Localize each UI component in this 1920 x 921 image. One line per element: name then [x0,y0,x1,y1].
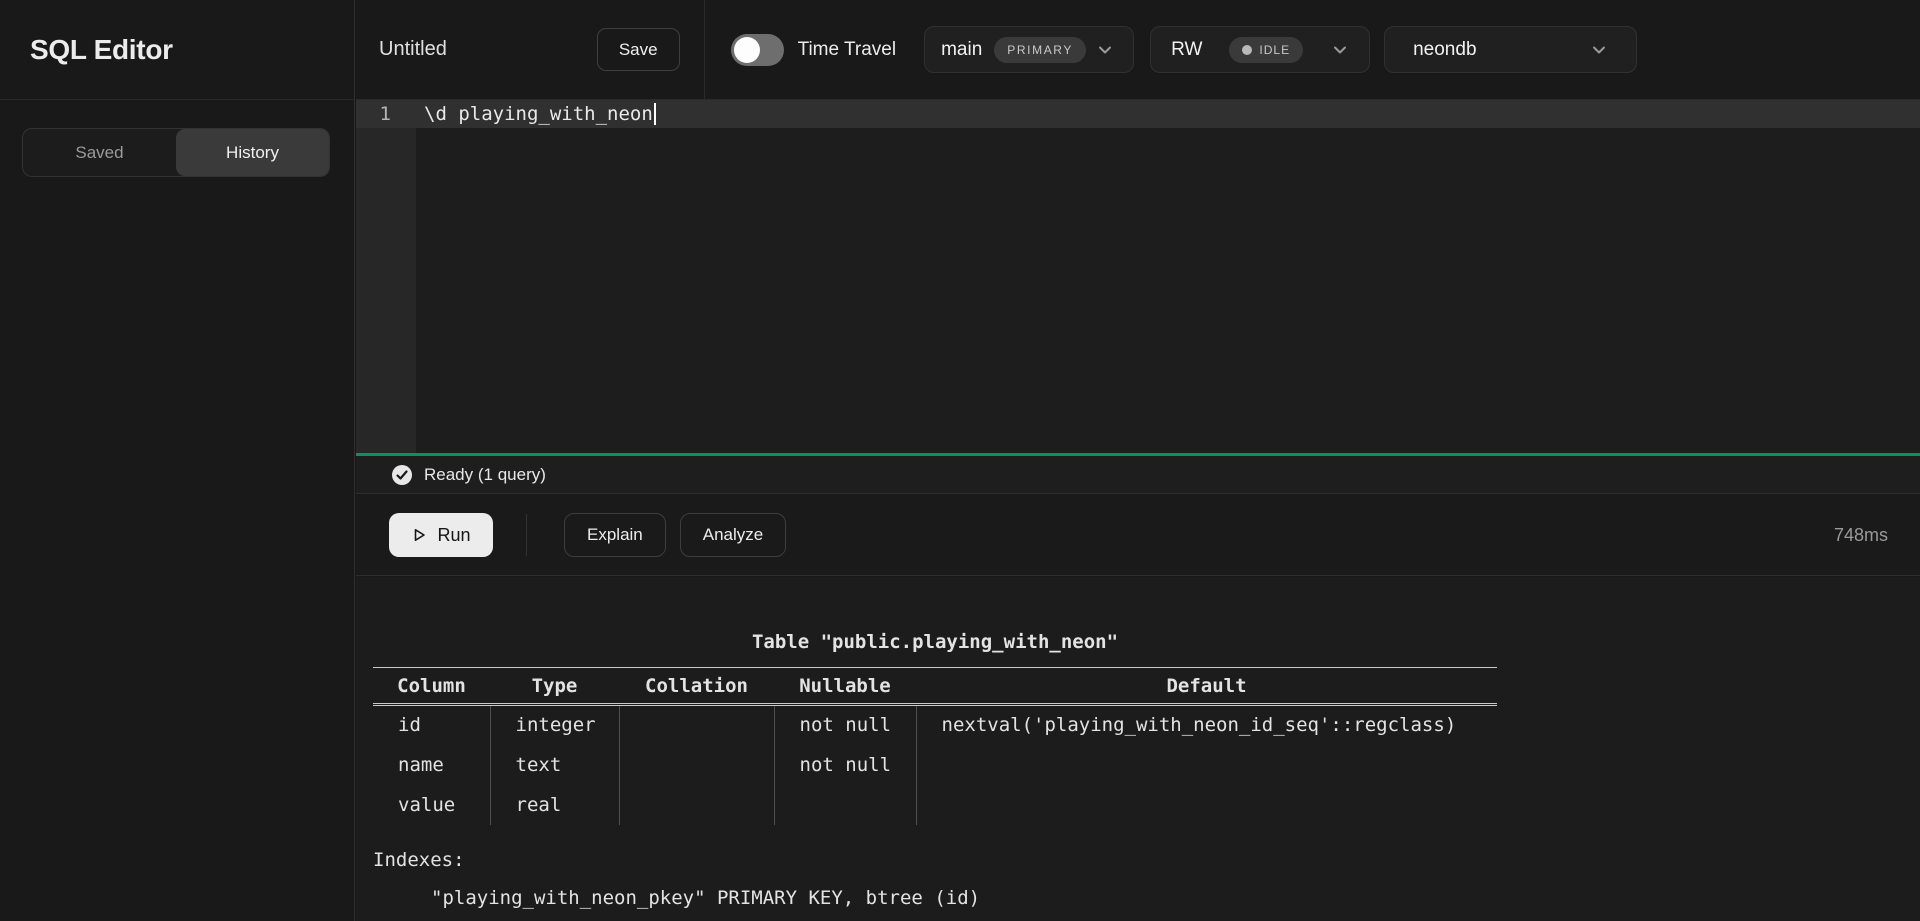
query-results-panel: Table "public.playing_with_neon" Column … [356,577,1920,921]
database-dropdown[interactable]: neondb [1384,26,1637,73]
cell [916,745,1497,785]
branch-dropdown[interactable]: main PRIMARY [924,26,1134,73]
compute-dropdown[interactable]: RW IDLE [1150,26,1370,73]
table-row: id integer not null nextval('playing_wit… [373,705,1497,745]
cell [916,785,1497,825]
status-bar: Ready (1 query) [356,456,1920,494]
page-title: SQL Editor [30,34,173,66]
cell: integer [490,705,619,745]
sidebar: SQL Editor Saved History [0,0,355,921]
database-name: neondb [1413,39,1476,61]
column-header: Nullable [774,668,916,705]
check-circle-icon [391,464,413,486]
tab-saved[interactable]: Saved [23,129,176,176]
cell: real [490,785,619,825]
result-table: Column Type Collation Nullable Default i… [373,667,1497,825]
compute-status-label: IDLE [1259,43,1290,57]
main-area: Untitled Save Time Travel main PRIMARY R… [356,0,1920,921]
cell: not null [774,745,916,785]
editor-active-line[interactable]: 1 \d playing_with_neon [356,100,1920,128]
query-duration: 748ms [1834,525,1888,546]
compute-status-badge: IDLE [1229,37,1303,63]
time-travel-label: Time Travel [798,39,897,61]
cell: value [373,785,490,825]
run-button-label: Run [437,525,470,546]
sql-code-editor[interactable]: 1 \d playing_with_neon [356,100,1920,453]
idle-status-dot-icon [1242,45,1252,55]
time-travel-toggle[interactable] [731,34,784,66]
sidebar-header: SQL Editor [0,0,354,100]
column-header: Column [373,668,490,705]
toolbar-divider [526,514,527,556]
saved-history-segmented-control: Saved History [22,128,330,177]
chevron-down-icon [1331,41,1349,59]
cell [619,745,774,785]
cell: id [373,705,490,745]
cell: not null [774,705,916,745]
branch-name: main [941,39,982,61]
tab-history[interactable]: History [176,129,329,176]
cell [619,785,774,825]
branch-primary-badge: PRIMARY [994,37,1086,63]
chevron-down-icon [1590,41,1608,59]
topbar-divider [704,0,705,100]
analyze-button[interactable]: Analyze [680,513,786,557]
status-message: Ready (1 query) [424,465,546,485]
toggle-knob-icon [734,37,760,63]
column-header: Default [916,668,1497,705]
column-header: Type [490,668,619,705]
actions-toolbar: Run Explain Analyze 748ms [356,495,1920,576]
topbar: Untitled Save Time Travel main PRIMARY R… [356,0,1920,100]
result-table-title: Table "public.playing_with_neon" [373,623,1497,661]
indexes-label: Indexes: [373,841,1497,879]
text-caret [654,103,656,125]
branch-badge-label: PRIMARY [1007,43,1073,57]
cell: nextval('playing_with_neon_id_seq'::regc… [916,705,1497,745]
line-number: 1 [356,103,416,125]
code-text: \d playing_with_neon [424,103,653,125]
column-header: Collation [619,668,774,705]
chevron-down-icon [1096,41,1114,59]
run-button[interactable]: Run [389,513,493,557]
table-row: name text not null [373,745,1497,785]
line-number-gutter [356,100,416,453]
cell [619,705,774,745]
result-table-header-row: Column Type Collation Nullable Default [373,668,1497,705]
query-name: Untitled [379,38,447,61]
index-definition: "playing_with_neon_pkey" PRIMARY KEY, bt… [373,879,1497,917]
compute-name: RW [1171,39,1202,61]
cell: name [373,745,490,785]
cell [774,785,916,825]
explain-button[interactable]: Explain [564,513,666,557]
cell: text [490,745,619,785]
save-button[interactable]: Save [597,28,680,71]
table-row: value real [373,785,1497,825]
play-icon [411,527,427,543]
